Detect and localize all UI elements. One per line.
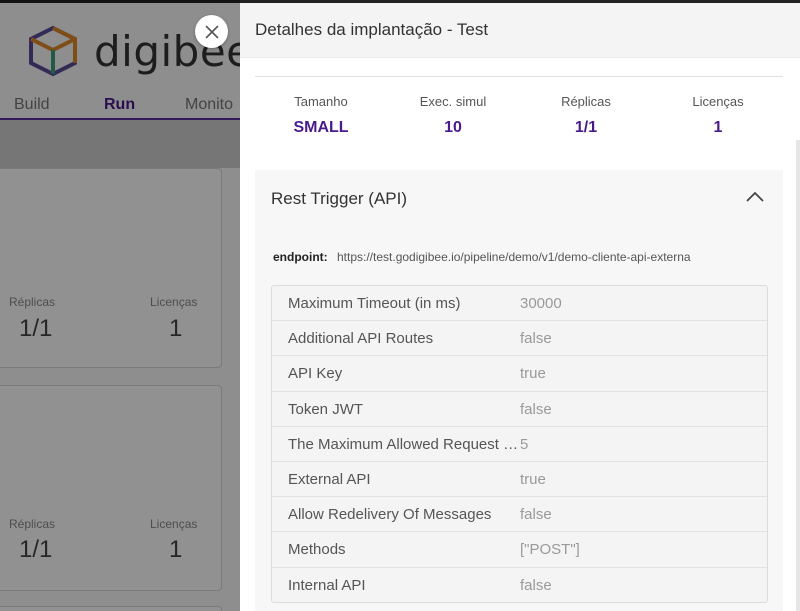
property-key: External API xyxy=(288,470,371,488)
stat-replicas: Réplicas 1/1 xyxy=(536,94,636,137)
chevron-up-icon[interactable] xyxy=(745,190,765,204)
property-value: 30000 xyxy=(520,295,562,312)
endpoint-label: endpoint: xyxy=(273,250,328,264)
endpoint: endpoint: https://test.godigibee.io/pipe… xyxy=(273,250,691,264)
stat-value: 1/1 xyxy=(574,119,598,136)
property-value: 5 xyxy=(520,435,529,453)
property-value: false xyxy=(520,330,552,348)
trigger-properties-table: Maximum Timeout (in ms) 30000 Additional … xyxy=(271,285,768,603)
property-value: true xyxy=(520,365,546,383)
property-key: Token JWT xyxy=(288,400,364,418)
stat-concurrent-executions: Exec. simul 10 xyxy=(403,94,503,137)
property-key: Methods xyxy=(288,541,346,559)
endpoint-url: https://test.godigibee.io/pipeline/demo/… xyxy=(337,250,691,264)
trigger-title[interactable]: Rest Trigger (API) xyxy=(271,189,407,209)
drawer-title: Detalhes da implantação - Test xyxy=(255,20,489,39)
property-key: API Key xyxy=(288,365,343,383)
property-key: Allow Redelivery Of Messages xyxy=(288,506,492,524)
stat-label: Exec. simul xyxy=(419,94,487,109)
table-row: External API true xyxy=(272,462,767,498)
stat-size: Tamanho SMALL xyxy=(271,94,371,137)
stat-licenses: Licenças 1 xyxy=(668,94,768,137)
drawer-header: Detalhes da implantação - Test xyxy=(240,3,800,58)
divider xyxy=(255,76,783,77)
table-row: Methods ["POST"] xyxy=(272,532,767,568)
table-row: Allow Redelivery Of Messages false xyxy=(272,497,767,533)
property-key: Maximum Timeout (in ms) xyxy=(288,295,461,312)
table-row: API Key true xyxy=(272,356,767,392)
table-row: Additional API Routes false xyxy=(272,321,767,357)
stat-label: Tamanho xyxy=(294,94,348,109)
trigger-panel: Rest Trigger (API) endpoint: https://tes… xyxy=(255,170,783,611)
property-value: ["POST"] xyxy=(520,541,580,559)
stat-value: 10 xyxy=(444,119,462,136)
property-key: Internal API xyxy=(288,576,366,594)
table-row: Token JWT false xyxy=(272,392,767,427)
property-value: true xyxy=(520,470,546,488)
property-key: Additional API Routes xyxy=(288,330,434,348)
stat-label: Licenças xyxy=(692,94,744,109)
close-icon xyxy=(204,24,219,39)
stat-label: Réplicas xyxy=(561,94,611,109)
table-row: Internal API false xyxy=(272,568,767,603)
property-value: false xyxy=(520,506,552,524)
property-value: false xyxy=(520,400,552,418)
property-key: The Maximum Allowed Request Size xyxy=(288,435,520,453)
deployment-details-drawer: Detalhes da implantação - Test Tamanho S… xyxy=(240,0,800,611)
stat-value: SMALL xyxy=(293,119,349,136)
drawer-scrollbar[interactable] xyxy=(796,140,800,611)
table-row: Maximum Timeout (in ms) 30000 xyxy=(272,286,767,322)
stat-value: 1 xyxy=(713,119,723,136)
table-row: The Maximum Allowed Request Size 5 xyxy=(272,427,767,462)
property-value: false xyxy=(520,576,552,594)
close-drawer-button[interactable] xyxy=(195,15,228,48)
